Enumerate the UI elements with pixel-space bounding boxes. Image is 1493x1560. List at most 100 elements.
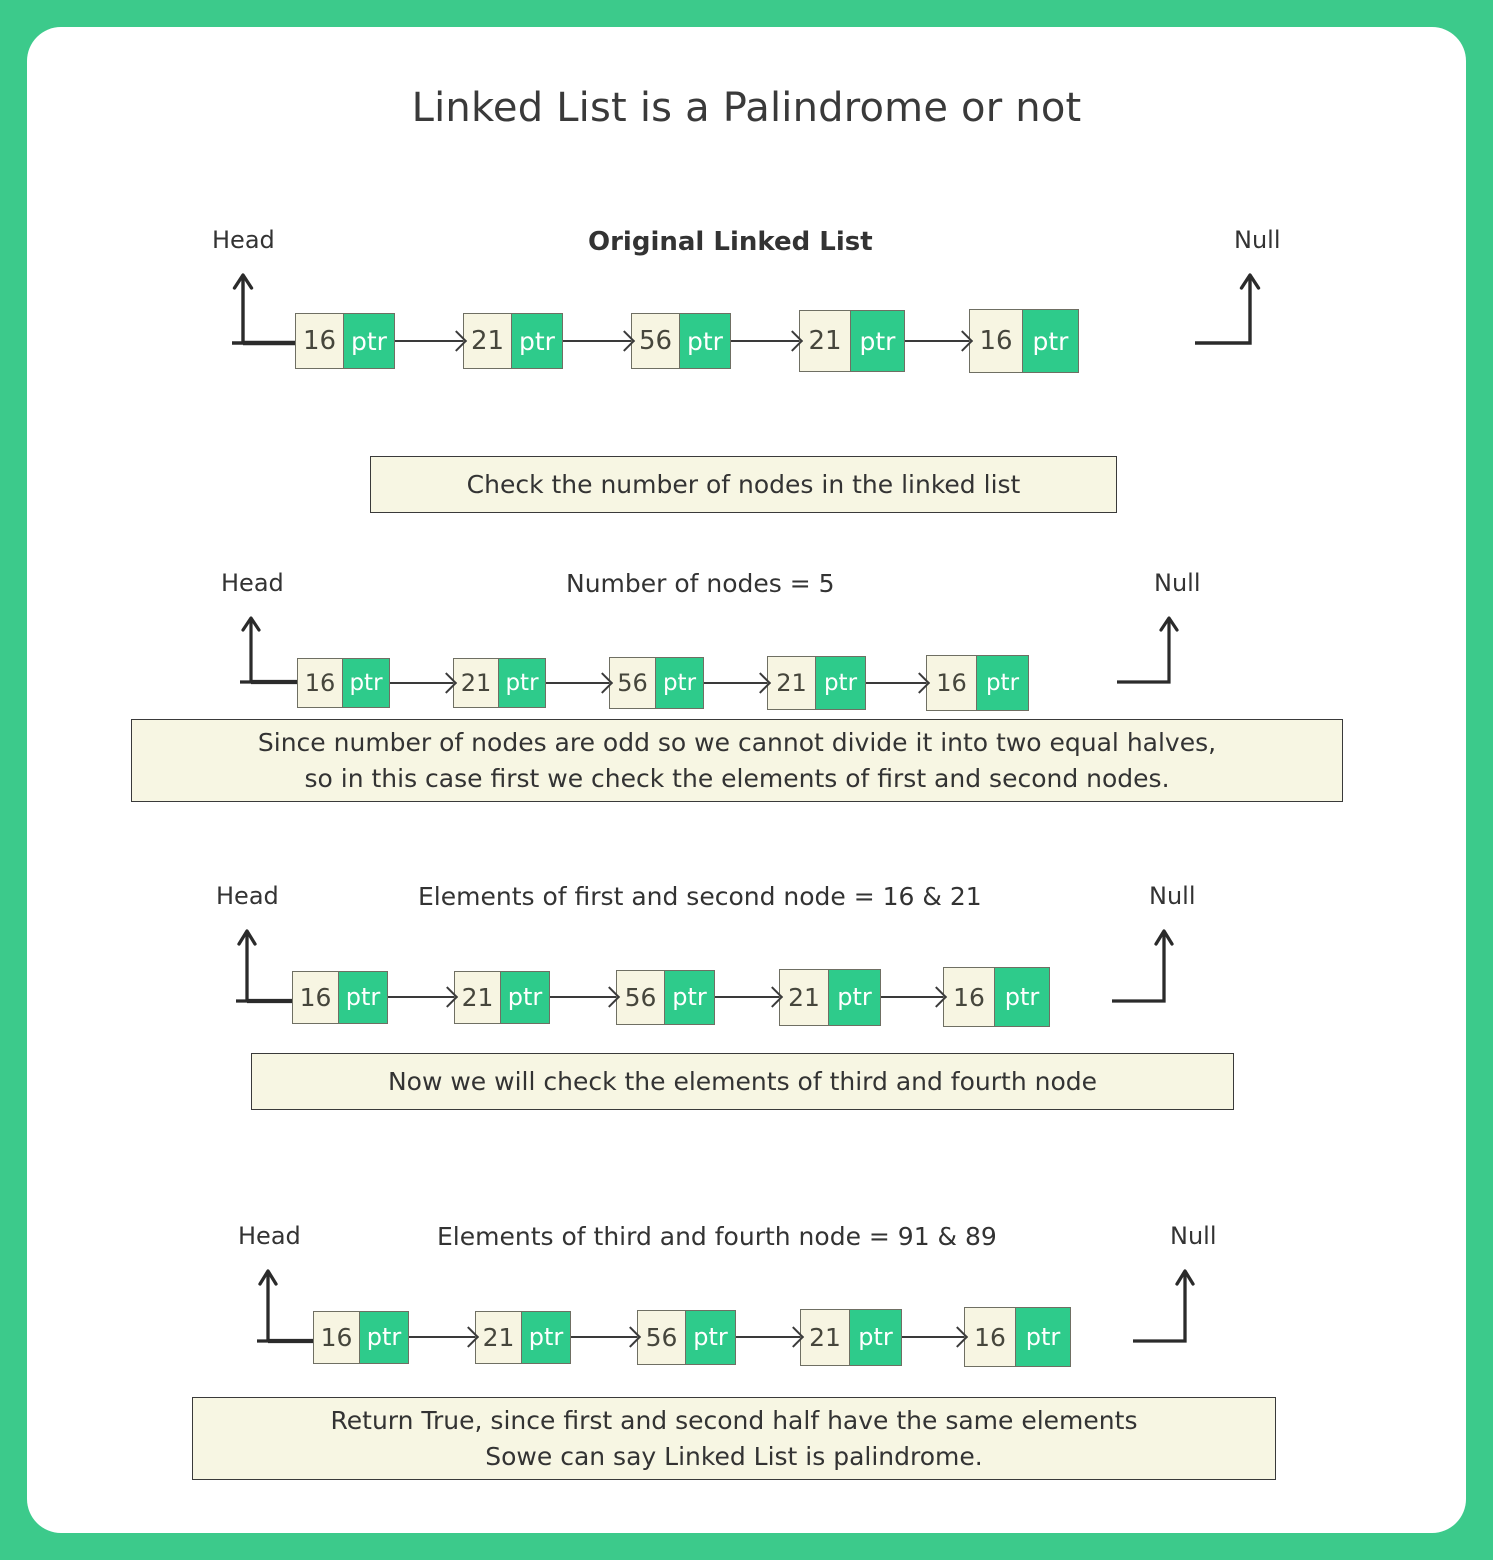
- node[interactable]: 56 ptr: [609, 657, 704, 709]
- node[interactable]: 21 ptr: [779, 968, 881, 1026]
- message-box-1: Check the number of nodes in the linked …: [370, 456, 1117, 513]
- message-line: Check the number of nodes in the linked …: [466, 469, 1021, 499]
- node-pointer: ptr: [500, 971, 549, 1023]
- link-arrow: [546, 681, 609, 685]
- node-value: 56: [632, 314, 679, 368]
- row-3-null-label: Null: [1149, 882, 1196, 910]
- message-box-3: Now we will check the elements of third …: [251, 1053, 1234, 1110]
- row-1-null-connector: [1195, 273, 1261, 345]
- link-arrow: [715, 995, 779, 999]
- node-value: 16: [944, 968, 994, 1026]
- node[interactable]: 21 ptr: [799, 310, 905, 372]
- node[interactable]: 16 ptr: [943, 967, 1050, 1027]
- link-arrow: [395, 339, 463, 343]
- link-arrow: [902, 1335, 964, 1339]
- node[interactable]: 56 ptr: [637, 1309, 736, 1365]
- row-4-null-connector: [1133, 1269, 1195, 1343]
- row-2-null-connector: [1117, 616, 1179, 684]
- linked-list-row-3: Elements of first and second node = 16 &…: [27, 857, 1466, 1027]
- row-1-head-label: Head: [212, 226, 275, 254]
- white-card: Linked List is a Palindrome or not Origi…: [27, 27, 1466, 1533]
- node[interactable]: 21 ptr: [800, 1308, 902, 1366]
- node-pointer: ptr: [1022, 310, 1078, 372]
- link-arrow: [390, 681, 453, 685]
- row-3-null-connector: [1112, 929, 1174, 1003]
- message-line: Return True, since first and second half…: [330, 1406, 1138, 1435]
- row-3-nodes: 16 ptr 21 ptr 56 ptr 21 ptr 16 ptr: [292, 967, 1050, 1027]
- node-value: 16: [296, 314, 343, 368]
- row-3-caption: Elements of first and second node = 16 &…: [418, 882, 982, 911]
- node-pointer: ptr: [664, 970, 714, 1024]
- link-arrow: [571, 1335, 637, 1339]
- node-value: 21: [768, 657, 815, 709]
- node-pointer: ptr: [511, 314, 562, 368]
- node-pointer: ptr: [976, 656, 1028, 710]
- node[interactable]: 16 ptr: [313, 1310, 409, 1364]
- node-pointer: ptr: [994, 968, 1049, 1026]
- node-value: 16: [965, 1308, 1015, 1366]
- message-line: Now we will check the elements of third …: [387, 1066, 1098, 1096]
- link-arrow: [731, 339, 799, 343]
- node-value: 21: [476, 1311, 521, 1363]
- node[interactable]: 21 ptr: [453, 658, 546, 708]
- node-value: 16: [314, 1311, 359, 1363]
- node-value: 16: [298, 659, 342, 707]
- node-value: 21: [455, 971, 500, 1023]
- green-frame: Linked List is a Palindrome or not Origi…: [0, 0, 1493, 1560]
- node[interactable]: 16 ptr: [969, 309, 1079, 373]
- node-pointer: ptr: [498, 659, 545, 707]
- node-pointer: ptr: [1015, 1308, 1070, 1366]
- row-1-caption: Original Linked List: [588, 227, 873, 257]
- node[interactable]: 21 ptr: [463, 313, 563, 369]
- node[interactable]: 56 ptr: [616, 969, 715, 1025]
- node[interactable]: 16 ptr: [964, 1307, 1071, 1367]
- node-value: 16: [927, 656, 976, 710]
- row-1-null-label: Null: [1234, 226, 1281, 254]
- row-1-nodes: 16 ptr 21 ptr 56 ptr 21 ptr 16 ptr: [295, 309, 1079, 373]
- link-arrow: [905, 339, 969, 343]
- node-pointer: ptr: [655, 658, 703, 708]
- linked-list-row-4: Elements of third and fourth node = 91 &…: [27, 1197, 1466, 1367]
- linked-list-row-2: Number of nodes = 5 Head Null 16 ptr 21: [27, 545, 1466, 711]
- node-value: 56: [638, 1310, 685, 1364]
- link-arrow: [881, 995, 943, 999]
- row-4-head-label: Head: [238, 1222, 301, 1250]
- node-pointer: ptr: [342, 659, 389, 707]
- row-2-null-label: Null: [1154, 569, 1201, 597]
- message-box-4: Return True, since first and second half…: [192, 1397, 1276, 1480]
- link-arrow: [388, 995, 454, 999]
- row-3-head-label: Head: [216, 882, 279, 910]
- node-value: 21: [780, 969, 828, 1025]
- node-pointer: ptr: [828, 969, 880, 1025]
- node[interactable]: 56 ptr: [631, 313, 731, 369]
- node[interactable]: 21 ptr: [475, 1310, 571, 1364]
- node-value: 21: [800, 311, 850, 371]
- message-line: Sowe can say Linked List is palindrome.: [485, 1441, 983, 1471]
- node-pointer: ptr: [815, 657, 865, 709]
- node[interactable]: 16 ptr: [297, 658, 390, 708]
- node[interactable]: 16 ptr: [292, 970, 388, 1024]
- node-pointer: ptr: [849, 1309, 901, 1365]
- node-value: 21: [464, 314, 511, 368]
- link-arrow: [704, 681, 767, 685]
- node[interactable]: 21 ptr: [454, 970, 550, 1024]
- linked-list-row-1: Original Linked List Head Null 16 ptr 21…: [27, 202, 1466, 373]
- node-value: 21: [454, 659, 498, 707]
- message-line: so in this case first we check the eleme…: [304, 763, 1170, 793]
- node[interactable]: 16 ptr: [295, 313, 395, 369]
- message-line: Since number of nodes are odd so we cann…: [257, 728, 1217, 757]
- node-pointer: ptr: [338, 971, 387, 1023]
- page-title: Linked List is a Palindrome or not: [411, 85, 1082, 131]
- link-arrow: [866, 681, 926, 685]
- node[interactable]: 16 ptr: [926, 655, 1029, 711]
- node[interactable]: 21 ptr: [767, 656, 866, 710]
- link-arrow: [736, 1335, 800, 1339]
- row-4-null-label: Null: [1170, 1222, 1217, 1250]
- node-pointer: ptr: [685, 1310, 735, 1364]
- message-box-2: Since number of nodes are odd so we cann…: [131, 719, 1343, 802]
- link-arrow: [550, 995, 616, 999]
- node-pointer: ptr: [343, 314, 394, 368]
- node-value: 16: [293, 971, 338, 1023]
- row-2-nodes: 16 ptr 21 ptr 56 ptr 21 ptr 16 ptr: [297, 655, 1029, 711]
- row-2-head-label: Head: [221, 569, 284, 597]
